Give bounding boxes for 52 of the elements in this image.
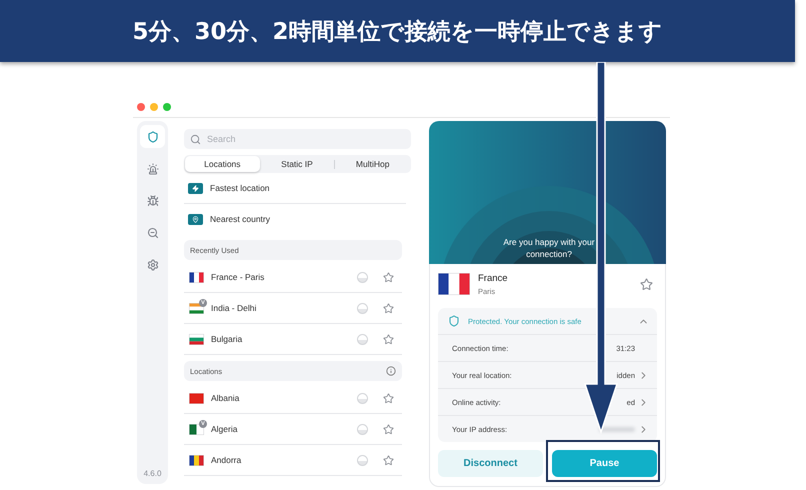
version-label: 4.6.0: [144, 469, 162, 478]
load-indicator-icon: [357, 272, 368, 282]
location-row[interactable]: France - Paris: [184, 262, 402, 293]
flag-icon: [438, 273, 470, 295]
load-indicator-icon: [357, 392, 368, 404]
location-name: Andorra: [211, 455, 242, 465]
country-name: France: [478, 272, 508, 284]
tab[interactable]: Locations: [185, 156, 260, 172]
shield-icon: [448, 315, 460, 327]
location-name: Albania: [211, 393, 240, 403]
star-icon[interactable]: [383, 302, 394, 314]
load-indicator-icon: [357, 454, 368, 466]
load-indicator-icon: [357, 424, 368, 434]
location-row[interactable]: Andorra: [184, 445, 402, 476]
tab[interactable]: MultiHop: [335, 156, 410, 172]
location-label: Fastest location: [210, 183, 270, 193]
star-icon[interactable]: [383, 454, 394, 466]
location-row[interactable]: Albania: [184, 383, 402, 414]
star-icon[interactable]: [383, 424, 394, 434]
star-icon[interactable]: [383, 334, 394, 344]
star-icon[interactable]: [383, 272, 394, 282]
shield-icon[interactable]: [140, 125, 165, 148]
close-button[interactable]: [137, 103, 145, 111]
location-label: Nearest country: [210, 214, 270, 224]
flag-icon: [189, 272, 204, 282]
feedback-question: Are you happy with your connection?: [502, 236, 596, 260]
load-indicator-icon: [357, 302, 368, 314]
flag-icon: [189, 302, 204, 314]
load-indicator-icon: [357, 334, 368, 344]
location-name: Bulgaria: [211, 334, 242, 344]
flag-icon: [189, 454, 204, 466]
location-name: Algeria: [211, 424, 238, 434]
tab[interactable]: Static IP: [260, 156, 334, 172]
flag-icon: [189, 392, 204, 404]
location-item[interactable]: Fastest location: [184, 173, 406, 204]
flag-icon: [189, 334, 204, 344]
search-icon: [190, 134, 201, 144]
location-name: India - Delhi: [211, 303, 256, 313]
location-row[interactable]: Bulgaria: [184, 324, 402, 355]
disconnect-button[interactable]: Disconnect: [438, 450, 543, 477]
info-icon[interactable]: [386, 366, 396, 376]
flag-icon: [189, 424, 204, 434]
location-item[interactable]: Nearest country: [184, 204, 406, 234]
star-icon[interactable]: [640, 278, 653, 290]
bolt-icon: [188, 182, 203, 194]
banner-text: 5分、30分、2時間単位で接続を一時停止できます: [132, 18, 662, 46]
star-icon[interactable]: [383, 392, 394, 404]
zoom-button[interactable]: [163, 103, 171, 111]
pin-icon: [188, 214, 203, 224]
minimize-button[interactable]: [150, 103, 158, 111]
location-name: France - Paris: [211, 272, 264, 282]
blurred-value: [599, 426, 635, 432]
